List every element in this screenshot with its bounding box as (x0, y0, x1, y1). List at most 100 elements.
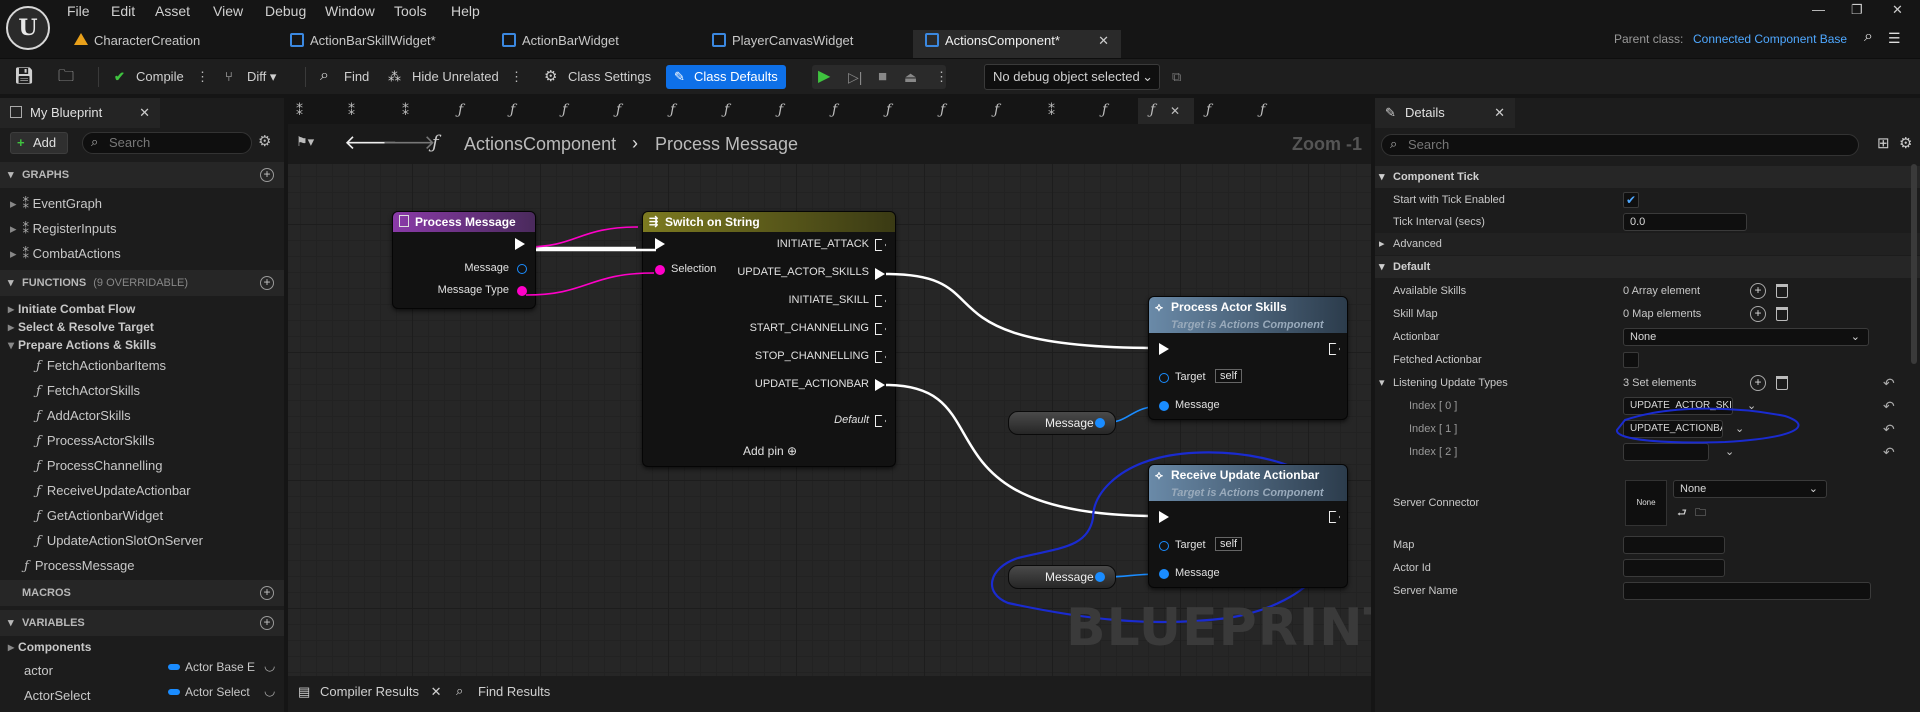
add-pin-button[interactable]: Add pin ⊕ (743, 444, 797, 458)
menu-help[interactable]: Help (451, 3, 480, 19)
asset-thumbnail[interactable]: None (1625, 480, 1667, 526)
play-options-icon[interactable]: ⋮ (935, 65, 948, 89)
reset-to-default-icon[interactable]: ↶ (1883, 418, 1895, 440)
add-element-icon[interactable]: + (1750, 375, 1766, 391)
components-category[interactable]: ▸ Components (8, 640, 91, 654)
menu-file[interactable]: File (67, 3, 90, 19)
actor-id-input[interactable] (1623, 559, 1725, 577)
minimize-icon[interactable]: — (1812, 2, 1825, 17)
exec-out-pin[interactable] (875, 268, 885, 280)
gear-icon[interactable]: ⚙ (1899, 134, 1912, 152)
exec-in-pin[interactable] (655, 238, 665, 250)
start-tick-checkbox[interactable]: ✔ (1623, 192, 1639, 208)
reset-to-default-icon[interactable]: ↶ (1883, 395, 1895, 417)
gear-icon[interactable]: ⚙ (258, 132, 271, 150)
add-button[interactable]: + Add (10, 132, 68, 154)
add-variable-icon[interactable]: + (260, 616, 274, 630)
exec-out-pin[interactable] (875, 323, 886, 335)
map-input[interactable] (1623, 536, 1725, 554)
graph-item-registerinputs[interactable]: ▸ ⁑ RegisterInputs (10, 221, 116, 237)
exec-out-pin[interactable] (875, 415, 886, 427)
process-actor-skills-node[interactable]: ⟡ Process Actor Skills Target is Actions… (1148, 296, 1348, 420)
target-pin[interactable] (1159, 541, 1169, 551)
message-pin[interactable] (1159, 569, 1169, 579)
receive-update-actionbar-node[interactable]: ⟡ Receive Update Actionbar Target is Act… (1148, 464, 1348, 588)
index1-select[interactable]: UPDATE_ACTIONBAR (1623, 420, 1723, 438)
reset-to-default-icon[interactable]: ↶ (1883, 441, 1895, 463)
server-name-input[interactable] (1623, 582, 1871, 600)
eject-icon[interactable]: ⏏ (904, 65, 917, 89)
reset-to-default-icon[interactable]: ↶ (1883, 372, 1895, 394)
compile-options-icon[interactable]: ⋮ (196, 65, 209, 89)
unreal-logo-icon[interactable]: U (6, 6, 50, 50)
variable-type[interactable]: Actor Base E (185, 660, 263, 674)
menu-view[interactable]: View (213, 3, 243, 19)
variable-item-actor[interactable]: actor (24, 663, 53, 678)
save-icon[interactable]: 💾︎ (14, 65, 34, 89)
selection-pin[interactable] (655, 265, 665, 275)
collapse-icon[interactable]: ▾ (1379, 372, 1385, 394)
message-pin[interactable] (517, 264, 527, 274)
message-out-pin[interactable] (1095, 418, 1105, 428)
trash-icon[interactable] (1776, 284, 1788, 298)
function-group-combat[interactable]: ▸ Initiate Combat Flow (8, 302, 135, 316)
exec-out-pin[interactable] (1329, 343, 1340, 355)
exec-out-pin[interactable] (515, 238, 525, 250)
self-field[interactable]: self (1215, 369, 1243, 383)
function-group-prepare[interactable]: ▾ Prepare Actions & Skills (8, 338, 156, 352)
advanced-row[interactable]: ▸ Advanced (1375, 233, 1920, 255)
function-item[interactable]: ProcessChannelling (36, 458, 163, 474)
close-window-icon[interactable]: ✕ (1892, 2, 1903, 18)
add-element-icon[interactable]: + (1750, 283, 1766, 299)
function-item-processmessage[interactable]: ƒ ProcessMessage (24, 558, 135, 574)
tab-actionbarskillwidget[interactable]: ActionBarSkillWidget* (278, 30, 478, 58)
graph-editor[interactable]: ⁑ ⁑ ⁑ ƒ ƒ ƒ ƒ ƒ ƒ ƒ ƒ ƒ ƒ ƒ ⁑ ƒ ƒ ✕ ƒ ƒ … (288, 98, 1371, 676)
chevron-down-icon[interactable]: ⌄ (1747, 395, 1756, 417)
tab-actionscomponent[interactable]: ActionsComponent* ✕ (913, 30, 1121, 58)
step-icon[interactable]: ▷| (848, 65, 862, 89)
self-field[interactable]: self (1215, 537, 1243, 551)
exec-out-pin[interactable] (875, 239, 886, 251)
eye-icon[interactable]: ◡ (264, 658, 275, 674)
tab-actionbarwidget[interactable]: ActionBarWidget (490, 30, 690, 58)
graph-item-combatactions[interactable]: ▸ ⁑ CombatActions (10, 246, 121, 262)
close-tab-icon[interactable]: ✕ (1098, 30, 1109, 52)
exec-in-pin[interactable] (1159, 511, 1169, 523)
message-variable-node[interactable]: Message (1008, 565, 1116, 589)
message-out-pin[interactable] (1095, 572, 1105, 582)
trash-icon[interactable] (1776, 376, 1788, 390)
compile-button[interactable]: ✔ Compile (112, 65, 184, 89)
tab-playercanvaswidget[interactable]: PlayerCanvasWidget (700, 30, 900, 58)
debug-filter-icon[interactable]: ⧉ (1172, 65, 1181, 89)
use-selected-icon[interactable]: ⮐ (1677, 502, 1687, 524)
exec-out-pin[interactable] (875, 379, 885, 391)
class-settings-button[interactable]: ⚙ Class Settings (544, 65, 651, 89)
menu-window[interactable]: Window (325, 3, 375, 19)
exec-out-pin[interactable] (875, 295, 886, 307)
function-item[interactable]: ReceiveUpdateActionbar (36, 483, 191, 499)
close-icon[interactable]: ✕ (431, 684, 442, 699)
menu-edit[interactable]: Edit (111, 3, 135, 19)
find-results-tab[interactable]: ⌕ Find Results (456, 683, 550, 699)
variable-item-actorselect[interactable]: ActorSelect (24, 688, 90, 703)
message-pin[interactable] (1159, 401, 1169, 411)
function-item[interactable]: ProcessActorSkills (36, 433, 155, 449)
index0-select[interactable]: UPDATE_ACTOR_SKILLS (1623, 397, 1733, 415)
search-icon[interactable]: ⌕ (1864, 28, 1873, 46)
my-blueprint-tab[interactable]: My Blueprint ✕ (0, 98, 160, 128)
add-function-icon[interactable]: + (260, 276, 274, 290)
default-section[interactable]: ▾ Default (1375, 256, 1920, 278)
exec-out-pin[interactable] (1329, 511, 1340, 523)
component-tick-section[interactable]: ▾ Component Tick (1375, 166, 1920, 188)
details-search-input[interactable]: ⌕ Search (1381, 134, 1859, 156)
function-item[interactable]: AddActorSkills (36, 408, 131, 424)
add-macro-icon[interactable]: + (260, 586, 274, 600)
trash-icon[interactable] (1776, 307, 1788, 321)
menu-asset[interactable]: Asset (155, 3, 190, 19)
class-defaults-button[interactable]: ✎ Class Defaults (666, 65, 786, 89)
target-pin[interactable] (1159, 373, 1169, 383)
browse-asset-icon[interactable]: 🗀 (1695, 502, 1706, 524)
graphs-section[interactable]: ▾ GRAPHS + (0, 162, 284, 188)
switch-on-string-node[interactable]: ⇶ Switch on String Selection INITIATE_AT… (642, 211, 896, 467)
maximize-icon[interactable]: ❐ (1851, 2, 1863, 18)
